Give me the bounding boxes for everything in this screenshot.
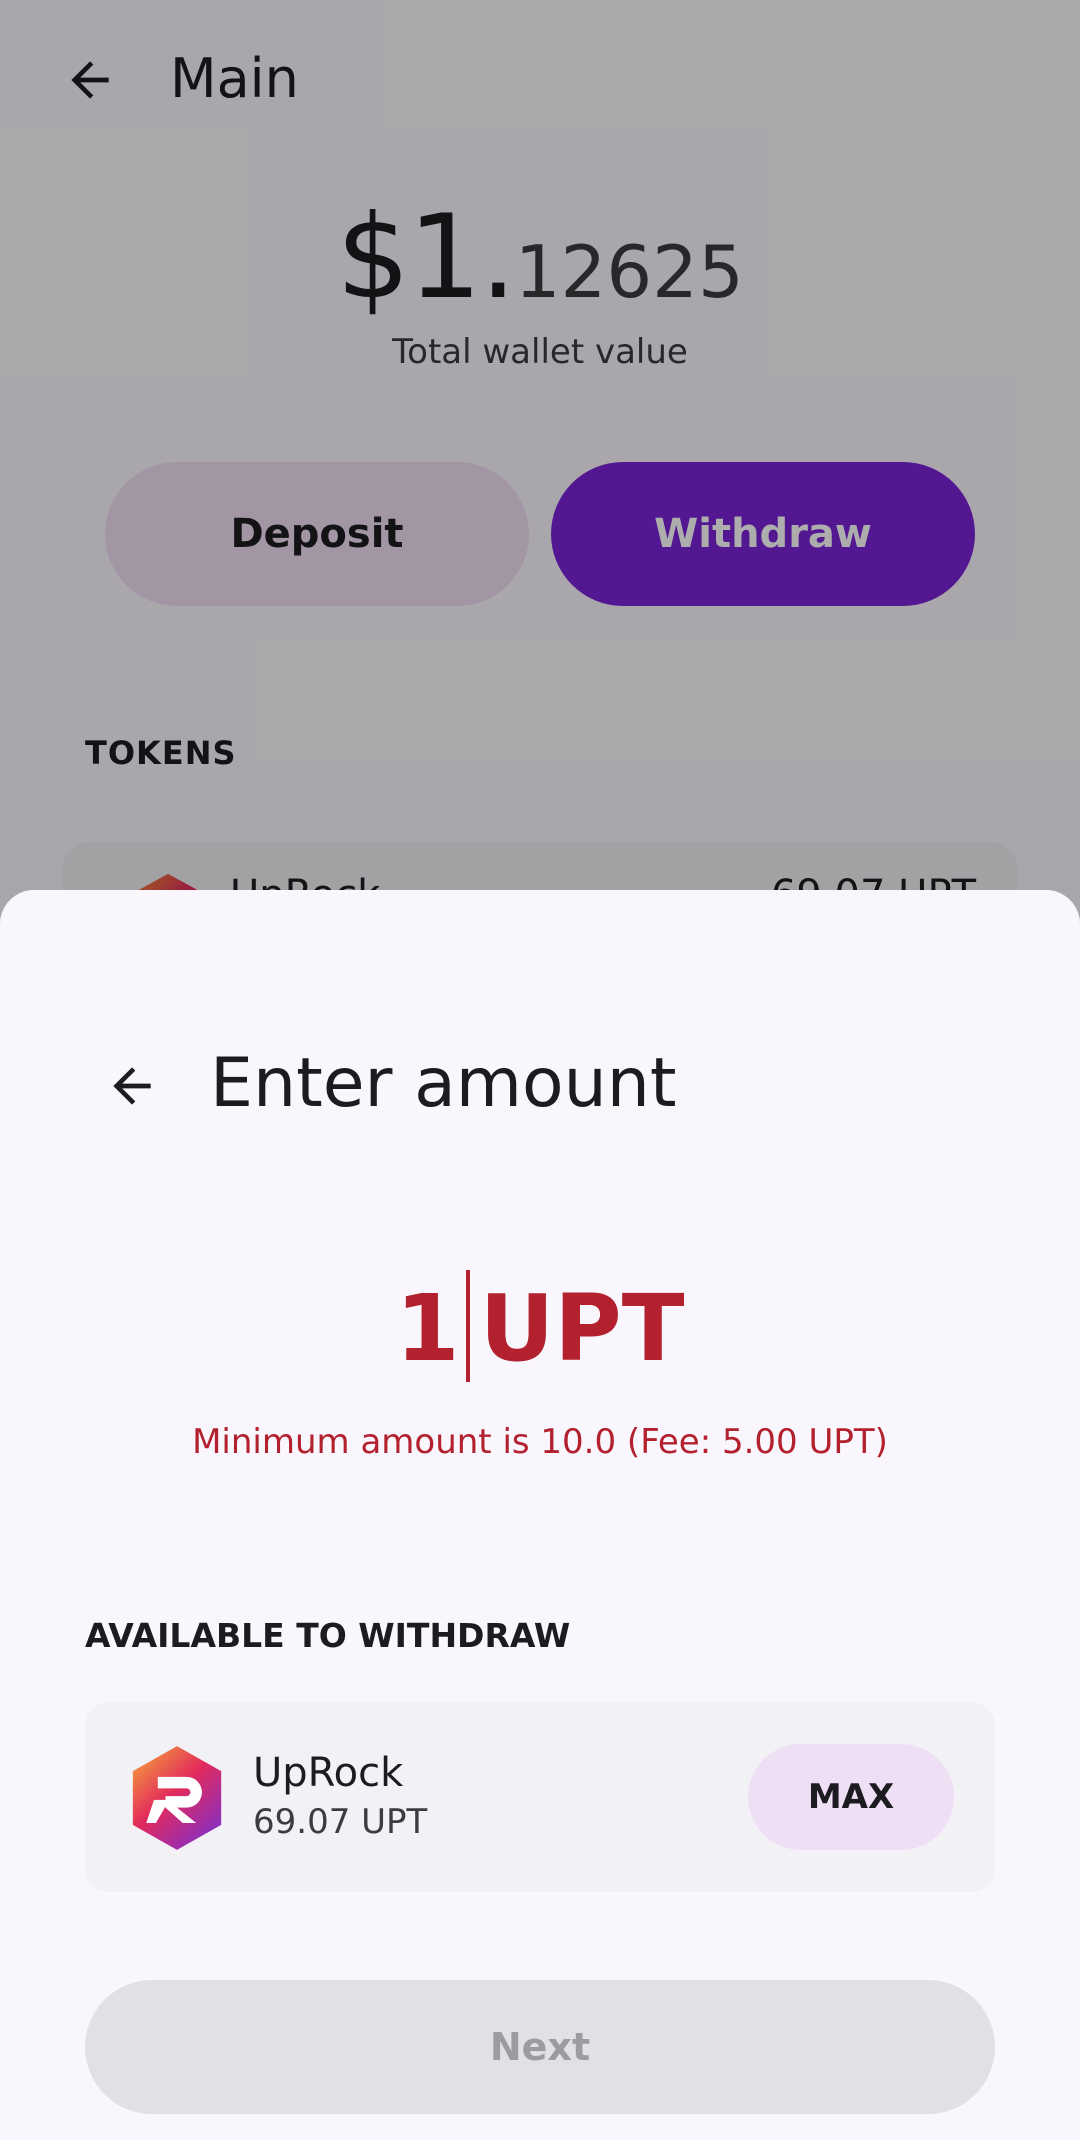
- token-name: UpRock: [253, 1750, 404, 1796]
- back-arrow-icon[interactable]: [104, 1058, 160, 1114]
- amount-unit: UPT: [479, 1275, 685, 1382]
- amount-value[interactable]: 1: [396, 1275, 460, 1382]
- uprock-logo-icon: [132, 1746, 222, 1850]
- max-button[interactable]: MAX: [748, 1744, 954, 1850]
- amount-error-message: Minimum amount is 10.0 (Fee: 5.00 UPT): [192, 1422, 888, 1462]
- available-token-card: UpRock 69.07 UPT MAX: [85, 1702, 995, 1892]
- next-button[interactable]: Next: [85, 1980, 995, 2114]
- sheet-title: Enter amount: [210, 1044, 677, 1123]
- available-to-withdraw-label: AVAILABLE TO WITHDRAW: [85, 1616, 571, 1655]
- withdraw-amount-sheet: Enter amount 1 UPT Minimum amount is 10.0…: [0, 890, 1080, 2140]
- amount-input[interactable]: 1 UPT: [0, 1270, 1080, 1384]
- text-cursor: [465, 1270, 470, 1382]
- token-balance: 69.07 UPT: [253, 1802, 428, 1842]
